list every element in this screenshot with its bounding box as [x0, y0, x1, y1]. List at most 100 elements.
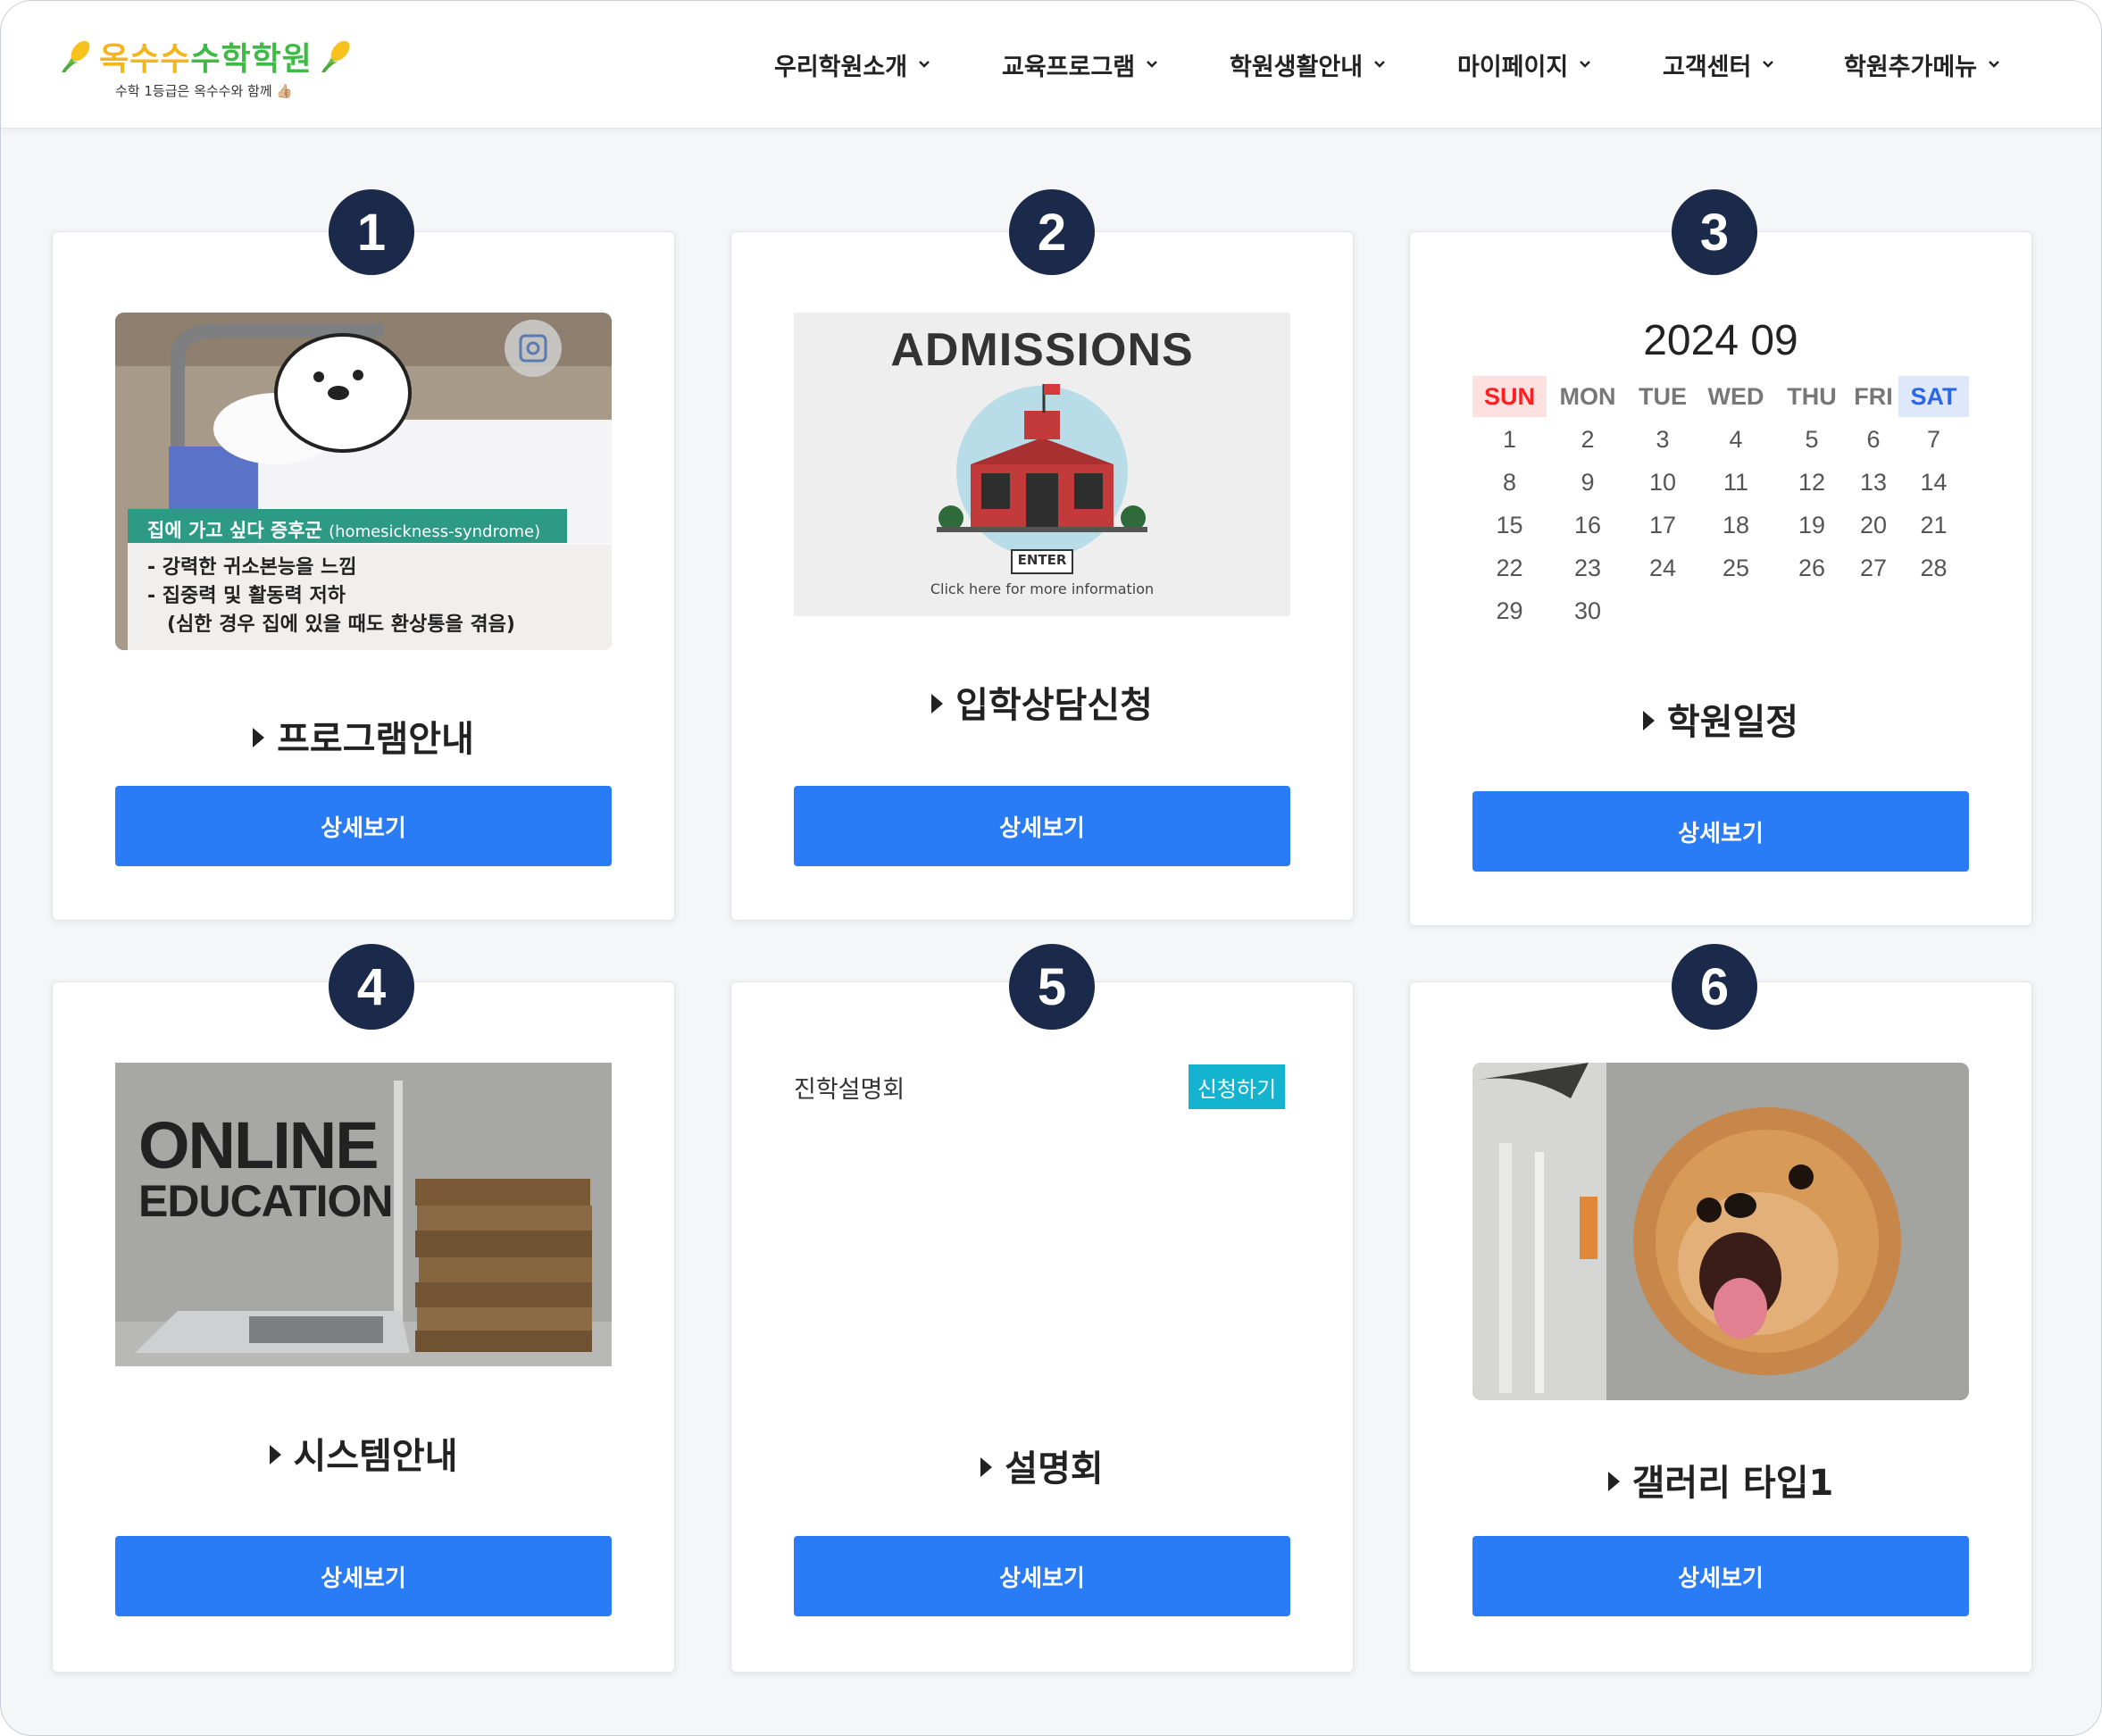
card-title[interactable]: 설명회: [731, 1440, 1353, 1491]
nav-label: 학원추가메뉴: [1844, 53, 1978, 81]
seminar-label[interactable]: 진학설명회: [794, 1070, 905, 1105]
card-image-homesick[interactable]: 집에 가고 싶다 증후군 (homesickness-syndrome) - 강…: [115, 313, 612, 650]
card-schedule: 2024 09 SUN MON TUE WED THU FRI SAT 1 2 …: [1409, 231, 2032, 926]
logo-title-part2: 수학학원: [190, 41, 313, 78]
card-title[interactable]: 시스템안내: [53, 1427, 674, 1479]
calendar-day[interactable]: 4: [1697, 426, 1775, 454]
caption-line: - 집중력 및 활동력 저하: [147, 585, 346, 607]
caption-line: - 강력한 귀소본능을 느낌: [147, 556, 357, 579]
calendar-title: 2024 09: [1643, 317, 1798, 364]
homesick-caption-title: 집에 가고 싶다 증후군 (homesickness-syndrome): [147, 516, 540, 543]
card-title-text: 시스템안내: [293, 1436, 458, 1477]
enter-label: ENTER: [1017, 552, 1067, 568]
admissions-sub: Click here for more information: [930, 580, 1155, 597]
card-image-dog[interactable]: [1472, 1063, 1969, 1400]
calendar-day[interactable]: 6: [1848, 426, 1898, 454]
calendar-day[interactable]: 29: [1472, 597, 1547, 625]
online-text: ONLINE: [138, 1108, 380, 1182]
homesick-caption-lines: - 강력한 귀소본능을 느낌 - 집중력 및 활동력 저하 (심한 경우 집에 …: [147, 554, 515, 639]
calendar-day[interactable]: 13: [1848, 469, 1898, 497]
calendar-day[interactable]: 5: [1775, 426, 1848, 454]
calendar-week: 22 23 24 25 26 27 28: [1472, 547, 1969, 589]
card-title[interactable]: 입학상담신청: [731, 676, 1353, 728]
calendar-day[interactable]: 8: [1472, 469, 1547, 497]
caret-right-icon: [980, 1457, 993, 1477]
calendar-day[interactable]: 14: [1898, 469, 1969, 497]
calendar-day[interactable]: 20: [1848, 512, 1898, 539]
chevron-down-icon: [919, 61, 930, 68]
online-education-text: ONLINE EDUCATION: [138, 1108, 394, 1224]
calendar-day[interactable]: 11: [1697, 469, 1775, 497]
site-header: 옥수수수학학원 수학 1등급은 옥수수와 함께 👍🏼 우리학원소개 교육프로그램…: [1, 1, 2101, 129]
nav-label: 학원생활안내: [1230, 53, 1364, 81]
weekday-fri: FRI: [1854, 383, 1893, 410]
logo-tagline: 수학 1등급은 옥수수와 함께 👍🏼: [115, 83, 294, 99]
card-title[interactable]: 학원일정: [1410, 693, 2031, 745]
calendar-weekdays: SUN MON TUE WED THU FRI SAT: [1472, 375, 1969, 418]
nav-item-mypage[interactable]: 마이페이지: [1457, 47, 1591, 82]
details-button[interactable]: 상세보기: [1472, 791, 1969, 872]
details-button[interactable]: 상세보기: [794, 1536, 1290, 1616]
logo-title: 옥수수수학학원: [99, 33, 313, 79]
calendar-day[interactable]: 22: [1472, 555, 1547, 582]
nav-label: 고객센터: [1663, 53, 1752, 81]
nav-item-life[interactable]: 학원생활안내: [1230, 47, 1386, 82]
details-button[interactable]: 상세보기: [115, 786, 612, 866]
card-image-online-education[interactable]: ONLINE EDUCATION: [115, 1063, 612, 1366]
card-gallery: 갤러리 타입1 상세보기: [1409, 981, 2032, 1673]
calendar-day[interactable]: 30: [1547, 597, 1629, 625]
nav-item-about[interactable]: 우리학원소개: [774, 47, 930, 82]
details-button[interactable]: 상세보기: [1472, 1536, 1969, 1616]
logo-title-part1: 옥수수: [99, 41, 191, 78]
calendar-day[interactable]: 21: [1898, 512, 1969, 539]
calendar-day[interactable]: 16: [1547, 512, 1629, 539]
caret-right-icon: [269, 1445, 281, 1465]
card-admissions: ADMISSIONS ENTER Click here for more inf…: [730, 231, 1354, 921]
calendar-day[interactable]: 7: [1898, 426, 1969, 454]
calendar-day[interactable]: 27: [1848, 555, 1898, 582]
calendar-day[interactable]: 3: [1629, 426, 1697, 454]
details-button[interactable]: 상세보기: [115, 1536, 612, 1616]
calendar-day[interactable]: 9: [1547, 469, 1629, 497]
calendar-day[interactable]: 10: [1629, 469, 1697, 497]
calendar-day[interactable]: 26: [1775, 555, 1848, 582]
corn-icon: [321, 40, 350, 72]
calendar-day[interactable]: 24: [1629, 555, 1697, 582]
calendar-day[interactable]: 15: [1472, 512, 1547, 539]
step-badge: 2: [1009, 189, 1095, 275]
weekday-tue: TUE: [1639, 383, 1687, 410]
apply-button[interactable]: 신청하기: [1189, 1064, 1285, 1109]
card-programs: 집에 가고 싶다 증후군 (homesickness-syndrome) - 강…: [52, 231, 675, 921]
caret-right-icon: [1642, 711, 1655, 730]
card-title-text: 입학상담신청: [955, 685, 1153, 726]
step-badge: 1: [329, 189, 414, 275]
school-building-illustration: [937, 384, 1147, 574]
weekday-sun: SUN: [1472, 376, 1547, 417]
calendar-day[interactable]: 2: [1547, 426, 1629, 454]
step-badge: 3: [1672, 189, 1757, 275]
caption-title-text: 집에 가고 싶다 증후군: [147, 520, 322, 541]
site-logo[interactable]: 옥수수수학학원 수학 1등급은 옥수수와 함께 👍🏼: [58, 33, 380, 104]
calendar-day[interactable]: 19: [1775, 512, 1848, 539]
nav-label: 우리학원소개: [774, 53, 908, 81]
nav-label: 교육프로그램: [1002, 53, 1136, 81]
corn-icon: [62, 40, 90, 72]
calendar-day[interactable]: 28: [1898, 555, 1969, 582]
details-button[interactable]: 상세보기: [794, 786, 1290, 866]
calendar-day[interactable]: 12: [1775, 469, 1848, 497]
calendar-day[interactable]: 25: [1697, 555, 1775, 582]
nav-item-support[interactable]: 고객센터: [1663, 47, 1774, 82]
caption-line: (심한 경우 집에 있을 때도 환상통을 겪음): [167, 613, 515, 636]
card-title[interactable]: 프로그램안내: [53, 710, 674, 762]
calendar-day[interactable]: 23: [1547, 555, 1629, 582]
calendar-day[interactable]: 17: [1629, 512, 1697, 539]
calendar-grid: SUN MON TUE WED THU FRI SAT 1 2 3 4 5 6 …: [1472, 375, 1969, 632]
card-title[interactable]: 갤러리 타입1: [1410, 1454, 2031, 1506]
card-title-text: 프로그램안내: [277, 719, 474, 760]
calendar-day[interactable]: 18: [1697, 512, 1775, 539]
nav-item-programs[interactable]: 교육프로그램: [1002, 47, 1158, 82]
calendar-day[interactable]: 1: [1472, 426, 1547, 454]
card-seminar: 진학설명회 신청하기 설명회 상세보기: [730, 981, 1354, 1673]
card-image-admissions[interactable]: ADMISSIONS ENTER Click here for more inf…: [794, 313, 1290, 616]
nav-item-extra[interactable]: 학원추가메뉴: [1844, 47, 2000, 82]
